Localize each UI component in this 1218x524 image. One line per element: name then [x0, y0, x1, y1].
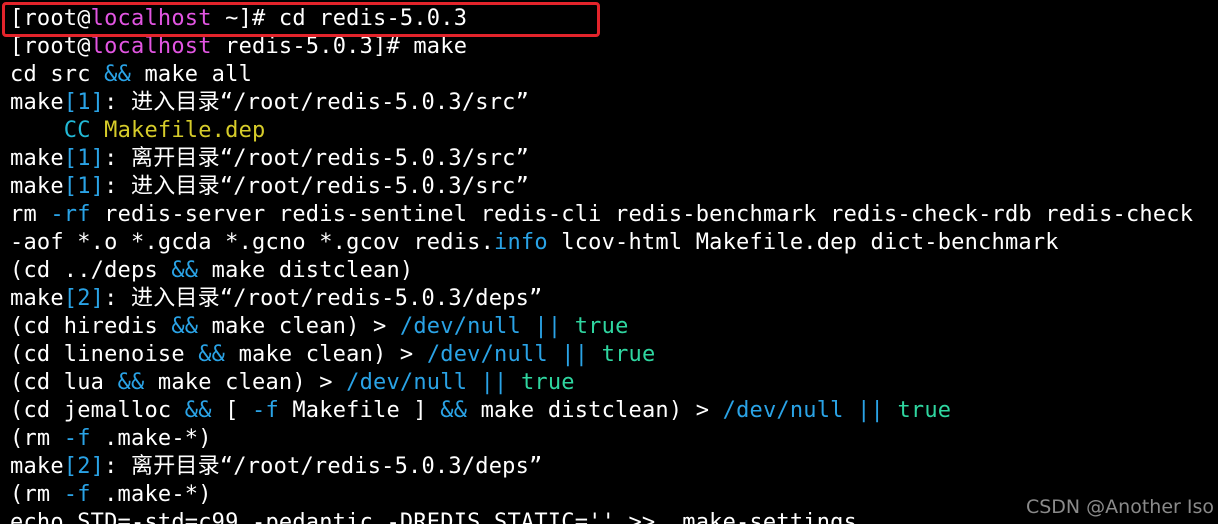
terminal-text-segment: make — [10, 90, 64, 115]
terminal-text-segment: /dev/null — [399, 314, 521, 339]
terminal-text-segment: true — [574, 314, 629, 339]
terminal-text-segment: echo STD=-std=c99 -pedantic -DREDIS_STAT… — [10, 510, 858, 524]
terminal-text-segment: -f — [252, 398, 279, 423]
terminal-line: -aof *.o *.gcda *.gcno *.gcov redis.info… — [10, 229, 1193, 257]
terminal-text-segment: .make-*) — [90, 482, 212, 507]
terminal-text-segment: true — [897, 398, 952, 423]
terminal-line: make[2]: 离开目录“/root/redis-5.0.3/deps” — [10, 453, 1193, 481]
terminal-text-segment: .make-*) — [90, 426, 212, 451]
terminal-text-segment: : 离开目录“/root/redis-5.0.3/deps” — [104, 454, 543, 479]
terminal-text-segment: (cd jemalloc — [10, 398, 185, 423]
terminal-text-segment: || — [534, 314, 562, 339]
terminal-text-segment: true — [601, 342, 656, 367]
terminal-text-segment: : 进入目录“/root/redis-5.0.3/deps” — [104, 286, 543, 311]
terminal-text-segment: [1] — [63, 146, 105, 171]
terminal-line: (rm -f .make-*) — [10, 481, 1193, 509]
highlight-box — [2, 2, 600, 37]
terminal-text-segment: [1] — [63, 174, 105, 199]
terminal-text-segment: : 进入目录“/root/redis-5.0.3/src” — [104, 174, 530, 199]
terminal-text-segment: Makefile ] — [278, 398, 441, 423]
terminal-line: make[1]: 进入目录“/root/redis-5.0.3/src” — [10, 173, 1193, 201]
terminal-line: make[2]: 进入目录“/root/redis-5.0.3/deps” — [10, 285, 1193, 313]
terminal-text-segment: || — [480, 370, 508, 395]
terminal-text-segment: || — [857, 398, 884, 423]
terminal-line: (cd hiredis && make clean) > /dev/null |… — [10, 313, 1193, 341]
terminal-text-segment: (cd ../deps — [10, 258, 172, 283]
watermark: CSDN @Another Iso — [1025, 496, 1214, 518]
terminal-text-segment: (cd hiredis — [10, 314, 172, 339]
terminal-text-segment: make clean) > — [225, 342, 427, 367]
terminal-text-segment: make all — [131, 62, 253, 87]
terminal-text-segment: localhost — [90, 34, 212, 59]
terminal-line: (rm -f .make-*) — [10, 425, 1193, 453]
terminal-text-segment: -aof *.o *.gcda *.gcno *.gcov redis. — [10, 230, 495, 255]
terminal-text-segment: && — [198, 342, 226, 367]
terminal-text-segment: (rm — [10, 426, 64, 451]
terminal-line: (cd linenoise && make clean) > /dev/null… — [10, 341, 1193, 369]
terminal-text-segment: : 离开目录“/root/redis-5.0.3/src” — [104, 146, 530, 171]
terminal-text-segment: Makefile.dep — [104, 118, 266, 143]
terminal-text-segment: && — [171, 258, 199, 283]
terminal-text-segment: && — [117, 370, 145, 395]
terminal-line: [root@localhost redis-5.0.3]# make — [10, 33, 1193, 61]
terminal-text-segment: [2] — [63, 286, 105, 311]
terminal-text-segment: /dev/null — [722, 398, 844, 423]
terminal-line: make[1]: 进入目录“/root/redis-5.0.3/src” — [10, 89, 1193, 117]
terminal-line: (cd jemalloc && [ -f Makefile ] && make … — [10, 397, 1193, 425]
terminal-line: cd src && make all — [10, 61, 1193, 89]
terminal-text-segment: redis-server redis-sentinel redis-cli re… — [90, 202, 1194, 227]
terminal-text-segment: && — [171, 314, 199, 339]
terminal-text-segment: make — [10, 146, 64, 171]
terminal-text-segment: && — [184, 398, 212, 423]
terminal-text-segment: make distclean) — [198, 258, 414, 283]
terminal-text-segment: -rf — [50, 202, 91, 227]
terminal-text-segment: (rm — [10, 482, 64, 507]
terminal-output: [root@localhost ~]# cd redis-5.0.3 [root@… — [10, 5, 1193, 524]
terminal-text-segment: make — [10, 174, 64, 199]
terminal-text-segment: || — [561, 342, 589, 367]
terminal-text-segment: make — [10, 454, 64, 479]
terminal-text-segment: && — [104, 62, 132, 87]
terminal-text-segment: [1] — [63, 90, 105, 115]
terminal-text-segment: make clean) > — [198, 314, 400, 339]
terminal-text-segment: info — [494, 230, 548, 255]
terminal-line: echo STD=-std=c99 -pedantic -DREDIS_STAT… — [10, 509, 1193, 524]
terminal-text-segment: && — [440, 398, 468, 423]
terminal-text-segment: (cd lua — [10, 370, 118, 395]
terminal-text-segment: [ — [211, 398, 253, 423]
terminal-text-segment: /dev/null — [346, 370, 468, 395]
terminal-text-segment: rm — [10, 202, 51, 227]
terminal-line: rm -rf redis-server redis-sentinel redis… — [10, 201, 1193, 229]
terminal-text-segment: -f — [63, 426, 91, 451]
terminal-text-segment: : 进入目录“/root/redis-5.0.3/src” — [104, 90, 530, 115]
terminal-line: (cd ../deps && make distclean) — [10, 257, 1193, 285]
terminal-text-segment: CC — [63, 118, 91, 143]
terminal-text-segment: [root@ — [10, 34, 91, 59]
terminal-text-segment: /dev/null — [426, 342, 548, 367]
terminal-line: (cd lua && make clean) > /dev/null || tr… — [10, 369, 1193, 397]
terminal-text-segment: make — [10, 286, 64, 311]
terminal-text-segment: true — [520, 370, 575, 395]
terminal-text-segment: -f — [63, 482, 91, 507]
terminal-text-segment: make distclean) > — [467, 398, 723, 423]
terminal-text-segment: [2] — [63, 454, 105, 479]
terminal-window[interactable]: [root@localhost ~]# cd redis-5.0.3 [root@… — [0, 0, 1218, 524]
terminal-text-segment: cd src — [10, 62, 105, 87]
terminal-text-segment: make clean) > — [144, 370, 347, 395]
terminal-text-segment: (cd linenoise — [10, 342, 199, 367]
terminal-line: CC Makefile.dep — [10, 117, 1193, 145]
terminal-line: make[1]: 离开目录“/root/redis-5.0.3/src” — [10, 145, 1193, 173]
terminal-text-segment: redis-5.0.3]# make — [211, 34, 468, 59]
terminal-text-segment: lcov-html Makefile.dep dict-benchmark — [547, 230, 1059, 255]
